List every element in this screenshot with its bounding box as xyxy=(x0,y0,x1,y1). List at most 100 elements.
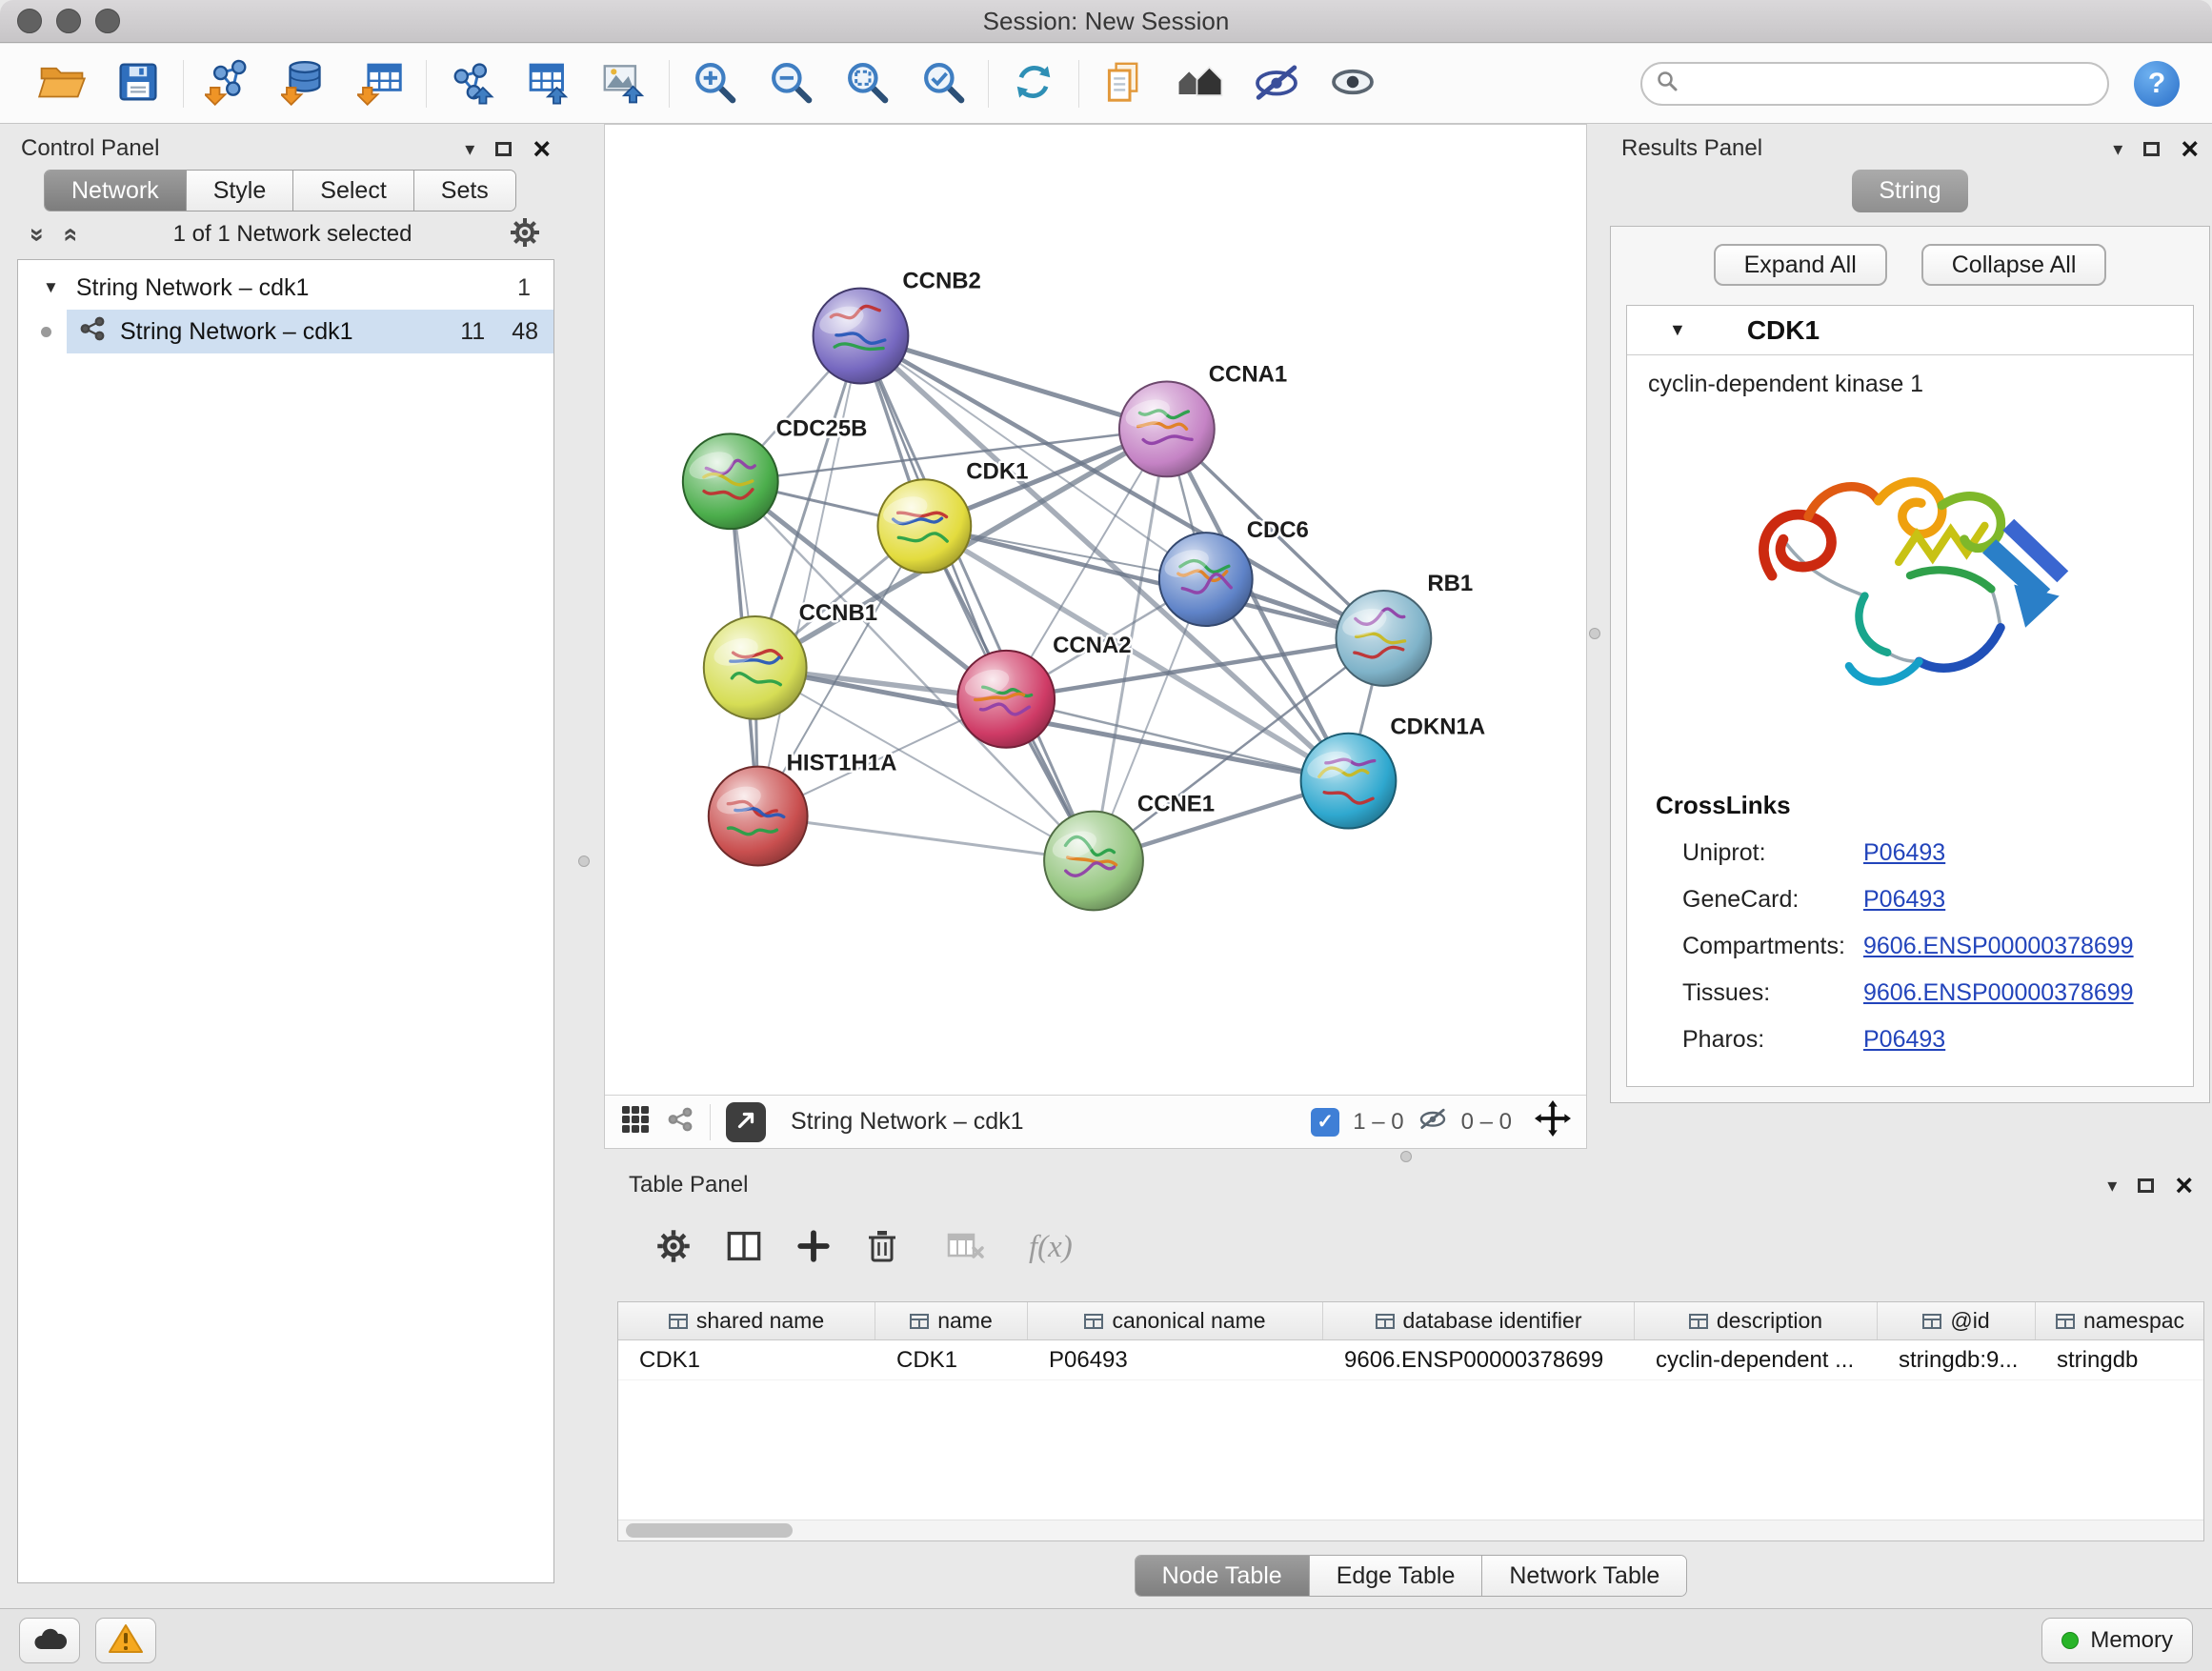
network-collection-row[interactable]: ▼ String Network – cdk1 1 xyxy=(18,266,553,310)
table-options-button[interactable] xyxy=(655,1228,692,1267)
export-image-button[interactable] xyxy=(594,54,654,113)
network-options-gear-icon[interactable] xyxy=(509,216,541,253)
network-node-HIST1H1A[interactable] xyxy=(709,767,808,866)
zoom-out-button[interactable] xyxy=(761,54,820,113)
tab-edge-table[interactable]: Edge Table xyxy=(1310,1556,1483,1596)
table-cell[interactable]: 9606.ENSP00000378699 xyxy=(1323,1340,1635,1379)
column-header-name[interactable]: name xyxy=(875,1302,1028,1339)
table-cell[interactable]: P06493 xyxy=(1028,1340,1323,1379)
crosslink-value-link[interactable]: P06493 xyxy=(1863,1026,1945,1054)
network-node-CDC25B[interactable] xyxy=(683,433,778,529)
crosslink-value-link[interactable]: 9606.ENSP00000378699 xyxy=(1863,979,2134,1007)
panel-menu-icon[interactable]: ▾ xyxy=(2107,1174,2117,1198)
search-input[interactable] xyxy=(1688,70,2094,97)
splitter-handle[interactable] xyxy=(1589,628,1600,639)
network-node-CCNB2[interactable] xyxy=(814,289,909,384)
tab-node-table[interactable]: Node Table xyxy=(1136,1556,1310,1596)
import-network-database-button[interactable] xyxy=(275,54,334,113)
network-edge[interactable] xyxy=(1006,699,1348,781)
panel-menu-icon[interactable]: ▾ xyxy=(2113,137,2122,161)
tab-style[interactable]: Style xyxy=(187,171,294,211)
network-edge[interactable] xyxy=(758,816,1094,861)
network-node-CDC6[interactable] xyxy=(1159,533,1253,626)
crosslink-value-link[interactable]: P06493 xyxy=(1863,839,1945,867)
hide-selected-button[interactable] xyxy=(1247,54,1306,113)
show-all-button[interactable] xyxy=(1323,54,1382,113)
tab-select[interactable]: Select xyxy=(293,171,413,211)
table-cell[interactable]: stringdb xyxy=(2036,1340,2204,1379)
cloud-status-button[interactable] xyxy=(19,1618,80,1663)
panel-close-icon[interactable]: × xyxy=(2175,1170,2193,1200)
results-tab-string[interactable]: String xyxy=(1852,170,1967,212)
apply-layout-button[interactable] xyxy=(1004,54,1063,113)
network-row[interactable]: String Network – cdk1 11 48 xyxy=(18,310,553,353)
save-session-button[interactable] xyxy=(109,54,168,113)
warnings-button[interactable] xyxy=(95,1618,156,1663)
network-node-CCNA1[interactable] xyxy=(1119,381,1215,476)
network-node-RB1[interactable] xyxy=(1337,591,1432,686)
duplicate-network-button[interactable] xyxy=(1095,54,1154,113)
add-column-button[interactable] xyxy=(796,1229,831,1266)
tab-network-table[interactable]: Network Table xyxy=(1482,1556,1686,1596)
zoom-selected-button[interactable] xyxy=(914,54,973,113)
scrollbar-thumb[interactable] xyxy=(626,1523,793,1538)
panel-menu-icon[interactable]: ▾ xyxy=(465,137,474,161)
open-in-new-window-button[interactable] xyxy=(726,1102,766,1142)
splitter-handle[interactable] xyxy=(1400,1151,1412,1162)
table-cell[interactable]: CDK1 xyxy=(875,1340,1028,1379)
network-node-CCNE1[interactable] xyxy=(1044,812,1143,911)
column-header--id[interactable]: @id xyxy=(1878,1302,2036,1339)
panel-float-icon[interactable] xyxy=(2143,142,2160,156)
disclosure-triangle-icon[interactable]: ▼ xyxy=(1669,320,1686,340)
panel-float-icon[interactable] xyxy=(495,142,512,156)
column-header-canonical-name[interactable]: canonical name xyxy=(1028,1302,1323,1339)
panel-close-icon[interactable]: × xyxy=(533,133,551,164)
delete-table-button[interactable] xyxy=(947,1230,985,1265)
show-columns-button[interactable] xyxy=(726,1229,762,1266)
import-table-button[interactable] xyxy=(352,54,411,113)
tab-sets[interactable]: Sets xyxy=(414,171,515,211)
collapse-all-button[interactable]: Collapse All xyxy=(1921,244,2107,286)
export-network-button[interactable] xyxy=(442,54,501,113)
table-cell[interactable]: stringdb:9... xyxy=(1878,1340,2036,1379)
zoom-fit-button[interactable] xyxy=(837,54,896,113)
import-network-file-button[interactable] xyxy=(199,54,258,113)
horizontal-scrollbar[interactable] xyxy=(618,1520,2203,1540)
hidden-eye-icon[interactable] xyxy=(1418,1103,1448,1140)
network-node-CDKN1A[interactable] xyxy=(1301,734,1397,829)
network-edge[interactable] xyxy=(758,336,861,816)
network-canvas[interactable]: CCNB2CCNA1CDC25BCDK1CDC6RB1CCNB1CCNA2CDK… xyxy=(605,125,1586,1095)
pan-crosshair-icon[interactable] xyxy=(1535,1100,1571,1143)
network-edge[interactable] xyxy=(860,336,1094,861)
disclosure-triangle-icon[interactable]: ▼ xyxy=(43,278,59,297)
table-cell[interactable]: cyclin-dependent ... xyxy=(1635,1340,1878,1379)
column-header-database-identifier[interactable]: database identifier xyxy=(1323,1302,1635,1339)
memory-button[interactable]: Memory xyxy=(2041,1618,2193,1663)
share-network-icon[interactable] xyxy=(666,1105,694,1138)
zoom-in-button[interactable] xyxy=(685,54,744,113)
network-node-CCNB1[interactable] xyxy=(704,616,807,719)
column-header-namespac[interactable]: namespac xyxy=(2036,1302,2204,1339)
gene-card-header[interactable]: ▼ CDK1 xyxy=(1627,306,2193,355)
panel-float-icon[interactable] xyxy=(2138,1178,2154,1193)
expand-all-button[interactable]: Expand All xyxy=(1714,244,1887,286)
collapse-all-icon[interactable]: » xyxy=(23,227,52,241)
function-builder-button[interactable]: f(x) xyxy=(1029,1230,1073,1265)
crosslink-value-link[interactable]: 9606.ENSP00000378699 xyxy=(1863,933,2134,960)
open-session-button[interactable] xyxy=(32,54,91,113)
crosslink-value-link[interactable]: P06493 xyxy=(1863,886,1945,914)
navigator-home-button[interactable] xyxy=(1171,54,1230,113)
column-header-description[interactable]: description xyxy=(1635,1302,1878,1339)
panel-close-icon[interactable]: × xyxy=(2181,133,2199,164)
help-button[interactable]: ? xyxy=(2134,61,2180,107)
grid-view-icon[interactable] xyxy=(620,1104,651,1139)
delete-column-button[interactable] xyxy=(865,1228,899,1267)
column-header-shared-name[interactable]: shared name xyxy=(618,1302,875,1339)
expand-all-icon[interactable]: » xyxy=(54,227,84,241)
network-node-CCNA2[interactable] xyxy=(957,651,1055,748)
tab-network[interactable]: Network xyxy=(45,171,187,211)
table-cell[interactable]: CDK1 xyxy=(618,1340,875,1379)
network-node-CDK1[interactable] xyxy=(877,479,971,573)
splitter-handle[interactable] xyxy=(578,856,590,867)
selection-check-icon[interactable]: ✓ xyxy=(1311,1108,1339,1137)
